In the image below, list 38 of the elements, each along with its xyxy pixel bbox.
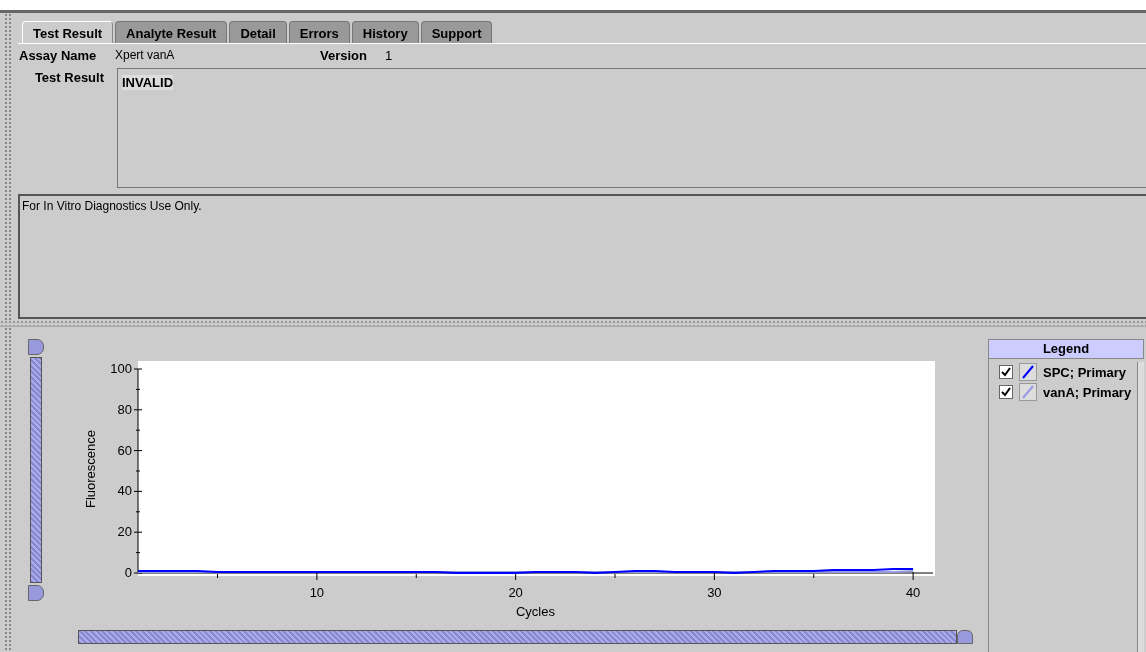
axis-title: Cycles	[516, 604, 555, 619]
legend-label: SPC; Primary	[1043, 364, 1127, 380]
tick-label: 60	[117, 442, 132, 458]
vertical-scrollbar[interactable]	[30, 357, 42, 583]
scroll-up-button[interactable]	[28, 339, 44, 355]
tick-label: 20	[117, 524, 132, 540]
field-label: Test Result	[33, 69, 105, 87]
scroll-down-button[interactable]	[28, 585, 44, 601]
scroll-right-button[interactable]	[957, 630, 973, 644]
notice-panel: For In Vitro Diagnostics Use Only.	[18, 194, 1146, 319]
field-label: Version	[320, 47, 367, 63]
version-value: 1	[384, 47, 393, 63]
tick-label: 40	[905, 585, 921, 600]
tab[interactable]: Test Result	[22, 21, 114, 43]
legend-header: Legend	[988, 339, 1144, 359]
checkbox[interactable]	[999, 365, 1013, 379]
tab[interactable]: Errors	[288, 21, 350, 43]
legend-scrollbar[interactable]	[1137, 362, 1144, 652]
checkbox[interactable]	[999, 385, 1013, 399]
tick-label: 100	[110, 361, 132, 376]
tick-label: 20	[508, 585, 523, 600]
tick-label: 0	[124, 565, 132, 580]
tick-label: 30	[707, 585, 722, 600]
tab[interactable]: Analyte Result	[115, 21, 228, 43]
result-box: INVALID	[117, 68, 1146, 188]
assay-name: Xpert vanA	[115, 48, 176, 62]
tick-label: 40	[117, 483, 132, 499]
tick-label: 80	[117, 401, 132, 417]
tab[interactable]: Detail	[229, 21, 287, 43]
line-swatch-icon	[1019, 383, 1037, 401]
tab[interactable]: History	[351, 21, 419, 43]
horizontal-scrollbar[interactable]	[78, 630, 957, 644]
legend-label: vanA; Primary	[1043, 384, 1132, 400]
tab[interactable]: Support	[420, 21, 493, 43]
field-label: Assay Name	[19, 47, 98, 63]
line-swatch-icon	[1019, 363, 1037, 381]
axis-title: Fluorescence	[83, 430, 98, 508]
tick-label: 10	[309, 585, 325, 600]
